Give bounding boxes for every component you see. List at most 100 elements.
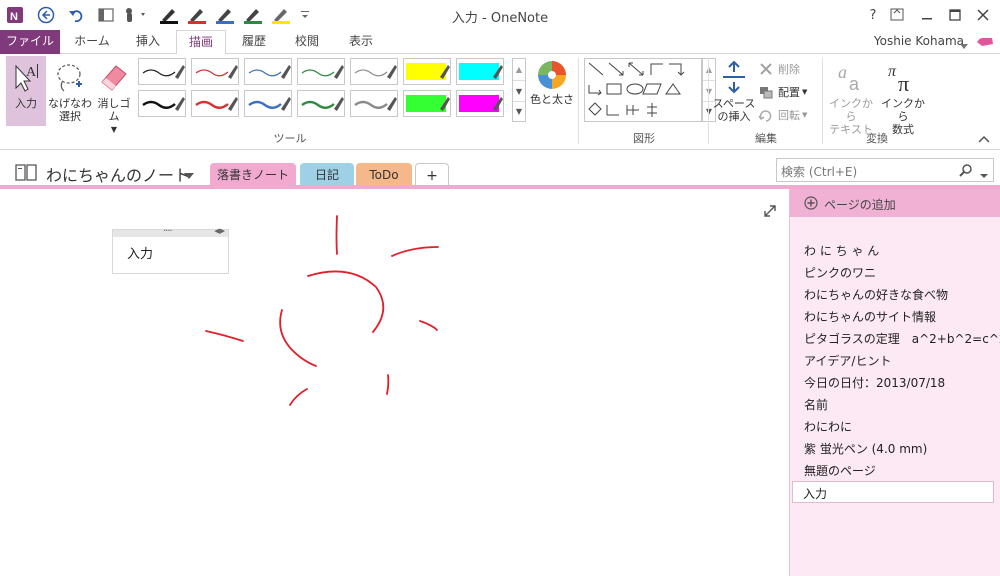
tools-group-label: ツール <box>273 132 307 145</box>
search-input[interactable]: 検索 (Ctrl+E) <box>781 163 857 180</box>
insert-space-button[interactable]: スペース の挿入 <box>712 56 756 126</box>
pen-swatch-1[interactable] <box>191 58 239 85</box>
highlighter-swatch-12[interactable] <box>403 90 451 117</box>
group-separator <box>578 58 579 144</box>
color-thickness-button[interactable]: 色と太さ <box>530 56 574 126</box>
page-item[interactable]: わにちゃんのサイト情報 <box>804 308 936 325</box>
gallery-more-icon[interactable]: ▼ <box>513 101 525 121</box>
ink-sun-arc-lower <box>279 309 317 367</box>
ink-to-math-button[interactable]: π π インクから 数式 <box>878 56 928 136</box>
type-button[interactable]: A 入力 <box>6 56 46 126</box>
tab-history[interactable]: 履歴 <box>228 30 280 54</box>
eraser-button[interactable]: 消しゴム ▼ <box>93 56 135 134</box>
page-list: ページの追加 わ に ち ゃ ん ピンクのワニ わにちゃんの好きな食べ物 わにち… <box>789 189 1000 576</box>
page-item[interactable]: 今日の日付：2013/07/18 <box>804 374 945 391</box>
color-thickness-label: 色と太さ <box>530 93 574 106</box>
delete-label: 削除 <box>778 62 800 76</box>
pen-swatch-7[interactable] <box>138 90 186 117</box>
feedback-icon[interactable] <box>976 36 994 51</box>
pen-swatch-10[interactable] <box>297 90 345 117</box>
rotate-label: 回転 <box>778 108 800 122</box>
highlighter-swatch-5[interactable] <box>403 58 451 85</box>
add-page-plus-icon <box>804 196 818 213</box>
page-item[interactable]: アイデア/ヒント <box>804 352 891 369</box>
pen-gallery-scrollbar[interactable]: ▲ ▼ ▼ <box>512 58 526 122</box>
page-item[interactable]: わにちゃんの好きな食べ物 <box>804 286 948 303</box>
arrange-icon <box>760 87 773 99</box>
page-item[interactable]: 紫 蛍光ペン (4.0 mm) <box>804 440 927 457</box>
pen-swatch-0[interactable] <box>138 58 186 85</box>
user-dropdown-icon[interactable] <box>960 39 968 53</box>
minimize-icon[interactable] <box>916 5 938 25</box>
add-page-label: ページの追加 <box>824 198 896 212</box>
pen-swatch-8[interactable] <box>191 90 239 117</box>
ink-sun-arc-upper <box>307 270 385 333</box>
add-page-button[interactable]: ページの追加 <box>790 189 1000 217</box>
search-box[interactable]: 検索 (Ctrl+E) <box>776 158 994 182</box>
collapse-ribbon-icon[interactable] <box>978 132 990 146</box>
gallery-down-icon[interactable]: ▼ <box>513 80 525 101</box>
insert-space-icon <box>723 60 745 94</box>
search-icon[interactable] <box>959 163 973 180</box>
eraser-label: 消しゴム <box>97 97 131 123</box>
arrange-button[interactable]: 配置 ▼ <box>758 83 818 101</box>
notebook-name[interactable]: わにちゃんのノート <box>46 162 190 186</box>
delete-button[interactable]: 削除 <box>758 60 818 78</box>
tab-file[interactable]: ファイル <box>0 30 60 54</box>
tab-home[interactable]: ホーム <box>64 30 120 54</box>
ink-ray-right <box>419 320 438 331</box>
ink-to-math-label-1: インクから <box>881 97 925 123</box>
ink-to-text-label-1: インクから <box>829 97 873 123</box>
page-item[interactable]: わ に ち ゃ ん <box>804 242 879 259</box>
page-item[interactable]: ピタゴラスの定理 a^2+b^2=c^2 <box>804 330 1000 347</box>
pen-swatch-4[interactable] <box>350 58 398 85</box>
pen-swatch-3[interactable] <box>297 58 345 85</box>
pen-gallery <box>138 58 512 122</box>
tab-review[interactable]: 校閲 <box>280 30 334 54</box>
lasso-select-button[interactable]: なげなわ 選択 <box>48 56 92 126</box>
page-item[interactable]: 名前 <box>804 396 828 413</box>
sun-ink-drawing[interactable] <box>0 189 789 576</box>
lasso-icon <box>57 64 82 92</box>
pen-swatch-2[interactable] <box>244 58 292 85</box>
pen-swatch-9[interactable] <box>244 90 292 117</box>
ink-to-text-button[interactable]: a a インクから テキスト <box>826 56 876 136</box>
window-title: 入力 - OneNote <box>451 11 549 26</box>
ink-ray-bottom <box>386 374 390 395</box>
lasso-label-2: 選択 <box>59 110 81 123</box>
ink-to-math-pi-icon: π π <box>888 63 909 96</box>
user-name[interactable]: Yoshie Kohama <box>874 34 964 48</box>
page-item-selected[interactable]: 入力 <box>792 481 994 503</box>
arrange-label: 配置 <box>778 85 800 99</box>
insert-space-label-1: スペース <box>712 97 756 110</box>
svg-text:a: a <box>849 74 860 94</box>
tab-insert[interactable]: 挿入 <box>120 30 176 54</box>
arrange-dropdown-icon: ▼ <box>802 87 808 96</box>
title-bar: N 入力 - OneNote ? <box>0 0 1000 30</box>
rotate-icon <box>758 110 772 122</box>
help-icon[interactable]: ? <box>862 5 884 25</box>
pen-swatch-11[interactable] <box>350 90 398 117</box>
page-item[interactable]: わにわに <box>804 418 852 435</box>
tab-view[interactable]: 表示 <box>334 30 388 54</box>
close-icon[interactable] <box>972 5 994 25</box>
page-item[interactable]: ピンクのワニ <box>804 264 876 281</box>
gallery-up-icon[interactable]: ▲ <box>513 59 525 80</box>
rotate-dropdown-icon: ▼ <box>802 110 808 119</box>
tab-draw[interactable]: 描画 <box>176 30 226 55</box>
rotate-button[interactable]: 回転 ▼ <box>758 106 818 124</box>
full-page-view-icon[interactable] <box>886 5 908 25</box>
insert-space-label-2: の挿入 <box>717 110 751 123</box>
highlighter-swatch-13[interactable] <box>456 90 504 117</box>
search-scope-dropdown-icon[interactable] <box>980 168 988 182</box>
shapes-gallery[interactable] <box>584 58 702 122</box>
maximize-icon[interactable] <box>944 5 966 25</box>
ink-ray-bottom-left <box>289 388 308 406</box>
type-cursor-icon: A <box>15 64 38 92</box>
highlighter-swatch-6[interactable] <box>456 58 504 85</box>
svg-text:π: π <box>898 71 909 94</box>
notebook-dropdown-icon[interactable] <box>184 169 194 183</box>
page-item[interactable]: 無題のページ <box>804 462 876 479</box>
edit-group-label: 編集 <box>755 132 777 145</box>
page-canvas[interactable]: ···· ◀▶ 入力 <box>0 189 789 576</box>
